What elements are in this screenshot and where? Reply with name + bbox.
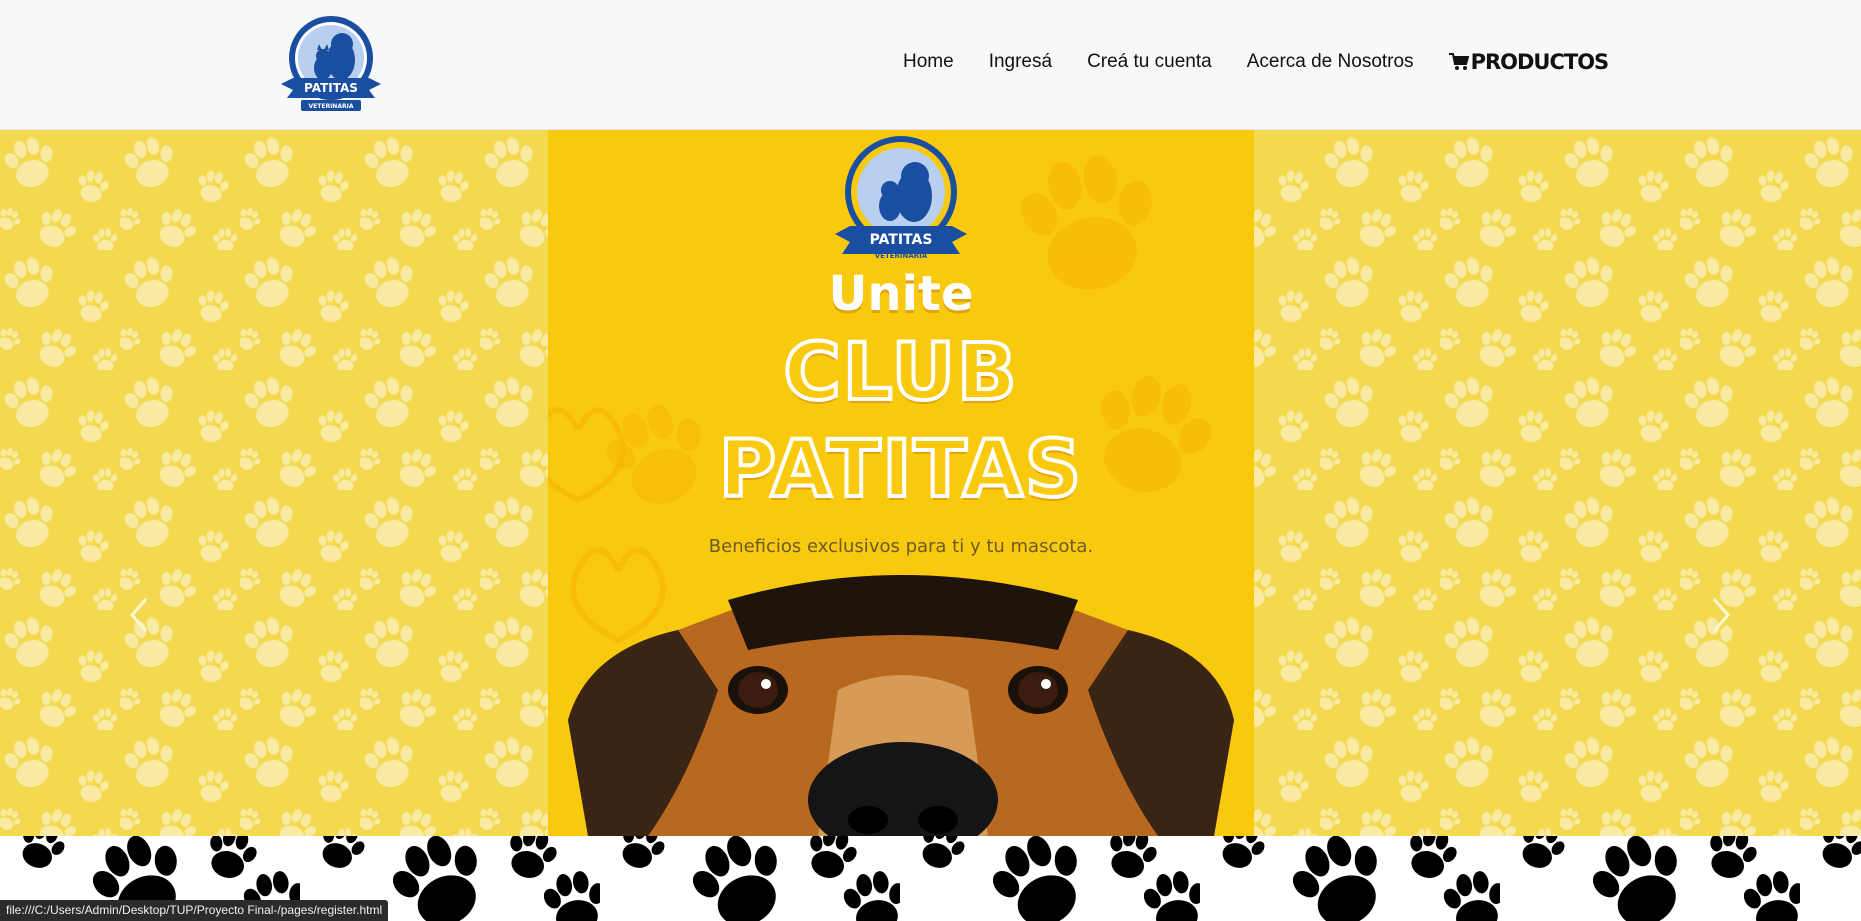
banner-logo-subtext: VETERINARIA [875, 252, 928, 260]
nav-products-link[interactable]: PRODUCTOS [1448, 50, 1610, 74]
navbar: PATITAS VETERINARIA Home Ingresá Creá tu… [0, 0, 1861, 130]
carousel-next-button[interactable] [1700, 585, 1740, 645]
chevron-left-icon [130, 598, 148, 632]
logo-subtext: VETERINARIA [309, 103, 354, 110]
cart-icon [1448, 53, 1469, 70]
hero-carousel: PATITAS VETERINARIA Unite CLUB PATITAS B… [0, 130, 1861, 836]
nav-login-link[interactable]: Ingresá [989, 51, 1052, 73]
club-patitas-banner: PATITAS VETERINARIA Unite CLUB PATITAS B… [548, 130, 1254, 836]
carousel-prev-button[interactable] [120, 585, 160, 645]
promo-subtitle: Beneficios exclusivos para ti y tu masco… [708, 536, 1094, 557]
promo-title-club: CLUB [782, 326, 1019, 420]
nav-menu: Home Ingresá Creá tu cuenta Acerca de No… [903, 50, 1610, 74]
nav-about-link[interactable]: Acerca de Nosotros [1247, 51, 1414, 73]
banner-logo-text: PATITAS [870, 232, 933, 248]
promo-title-patitas: PATITAS [717, 423, 1084, 517]
logo-text: PATITAS [304, 81, 358, 95]
chevron-right-icon [1712, 598, 1730, 632]
nav-home-link[interactable]: Home [903, 51, 954, 73]
nav-register-link[interactable]: Creá tu cuenta [1087, 51, 1212, 73]
browser-status-url: file:///C:/Users/Admin/Desktop/TUP/Proye… [0, 900, 389, 921]
nav-products-label: PRODUCTOS [1470, 50, 1610, 74]
patitas-logo[interactable]: PATITAS VETERINARIA [279, 12, 383, 116]
promo-title-unite: Unite [828, 266, 974, 322]
